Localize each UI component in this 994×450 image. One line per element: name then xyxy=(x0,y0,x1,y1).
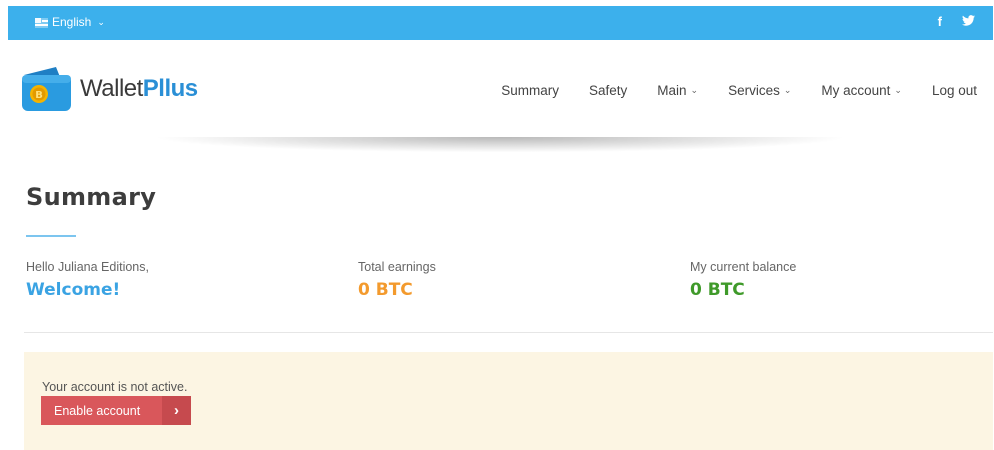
earnings-value: 0 BTC xyxy=(358,280,413,300)
nav-item-safety[interactable]: Safety xyxy=(589,83,627,98)
divider xyxy=(24,332,993,333)
balance-label: My current balance xyxy=(690,260,797,274)
social-links: f xyxy=(938,14,975,29)
nav-item-my-account[interactable]: My account ⌄ xyxy=(821,83,902,98)
chevron-down-icon: ⌄ xyxy=(894,85,902,95)
brand-name: WalletPllus xyxy=(80,75,198,102)
balance-block: My current balance 0 BTC xyxy=(690,260,796,300)
top-bar: English ⌄ f xyxy=(8,6,993,40)
chevron-down-icon: ⌄ xyxy=(690,85,699,95)
brand-logo[interactable]: B WalletPllus xyxy=(20,65,198,113)
chevron-down-icon: ⌄ xyxy=(97,16,105,27)
earnings-block: Total earnings 0 BTC xyxy=(358,260,436,300)
svg-text:B: B xyxy=(35,90,43,101)
nav-item-services[interactable]: Services ⌄ xyxy=(728,83,791,98)
enable-account-label: Enable account xyxy=(54,403,141,418)
wallet-icon: B xyxy=(20,65,73,113)
enable-account-button[interactable]: Enable account › xyxy=(41,396,191,425)
nav-item-logout[interactable]: Log out xyxy=(932,83,977,98)
greeting-block: Hello Juliana Editions, Welcome! xyxy=(26,260,149,300)
header: B WalletPllus Summary Safety Main ⌄ Servi… xyxy=(8,40,993,140)
nav-item-summary[interactable]: Summary xyxy=(501,83,559,98)
flag-icon xyxy=(35,17,48,28)
page-title: Summary xyxy=(26,183,157,211)
twitter-icon[interactable] xyxy=(962,14,975,29)
title-underline xyxy=(26,235,76,237)
language-selector[interactable]: English ⌄ xyxy=(35,15,105,29)
earnings-label: Total earnings xyxy=(358,260,436,274)
header-shadow xyxy=(8,137,993,159)
welcome-text: Welcome! xyxy=(26,280,121,300)
chevron-right-icon: › xyxy=(162,396,191,425)
nav-item-main[interactable]: Main ⌄ xyxy=(657,83,698,98)
page: English ⌄ f B WalletPllus Summary Safety… xyxy=(8,6,993,450)
account-notice: Your account is not active. Enable accou… xyxy=(24,352,993,450)
facebook-icon[interactable]: f xyxy=(938,14,942,29)
main-nav: Summary Safety Main ⌄ Services ⌄ My accoun… xyxy=(501,83,977,98)
language-label: English xyxy=(52,15,92,29)
greeting-text: Hello Juliana Editions, xyxy=(26,260,149,274)
balance-value: 0 BTC xyxy=(690,280,745,300)
chevron-down-icon: ⌄ xyxy=(783,85,792,95)
notice-message: Your account is not active. xyxy=(42,380,188,394)
